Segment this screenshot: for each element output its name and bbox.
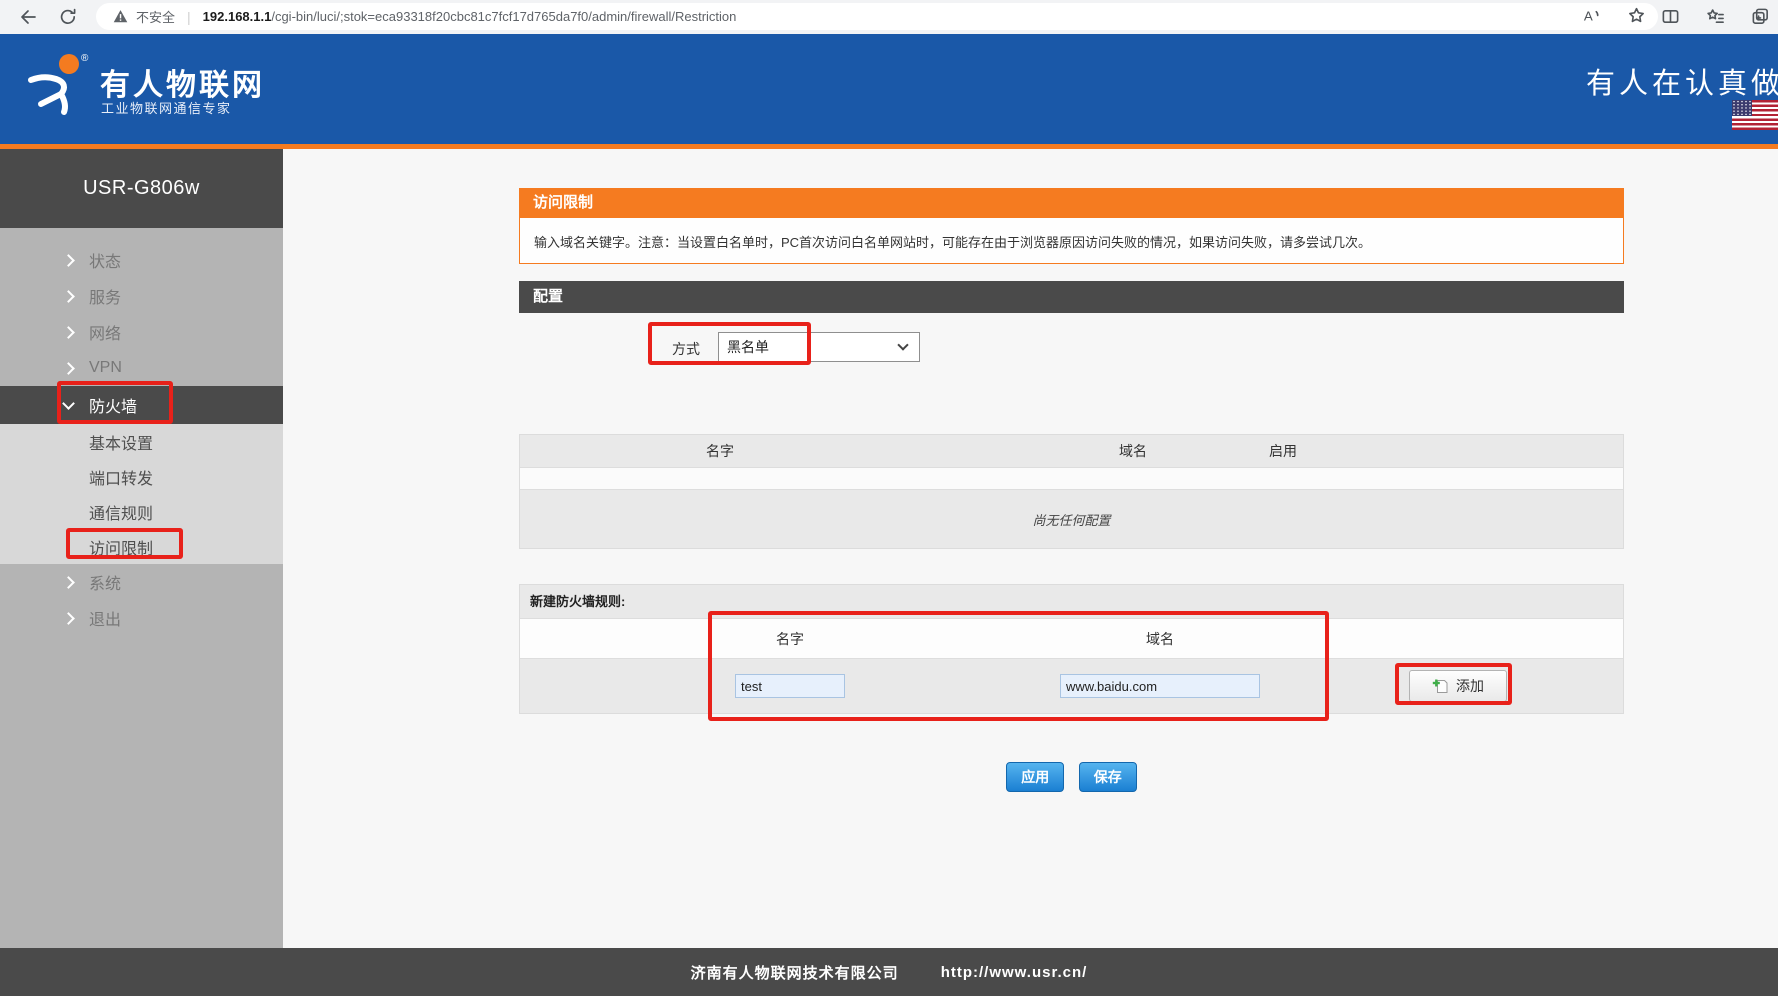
sidebar-item-status[interactable]: 状态 — [0, 242, 283, 278]
sidebar-item-firewall[interactable]: 防火墙 — [0, 386, 283, 424]
submenu-item-port-forwarding[interactable]: 端口转发 — [0, 459, 283, 494]
header-slogan: 有人在认真做 — [1586, 60, 1778, 102]
submenu-item-label: 访问限制 — [89, 535, 153, 559]
submenu-item-traffic-rules[interactable]: 通信规则 — [0, 494, 283, 529]
device-name: USR-G806w — [0, 149, 283, 228]
new-rule-table: 新建防火墙规则: 名字 域名 添加 — [519, 584, 1624, 714]
chevron-down-icon — [62, 397, 75, 410]
sidebar-item-service[interactable]: 服务 — [0, 278, 283, 314]
chevron-right-icon — [62, 254, 75, 267]
sidebar-item-network[interactable]: 网络 — [0, 314, 283, 350]
action-buttons: 应用 保存 — [519, 762, 1624, 792]
favorites-list-icon[interactable] — [1706, 7, 1725, 26]
company-name: 济南有人物联网技术有限公司 — [691, 962, 899, 983]
empty-state: 尚无任何配置 — [520, 490, 1623, 548]
address-separator: | — [187, 9, 191, 25]
sidebar-item-label: 防火墙 — [89, 393, 137, 417]
collections-icon[interactable] — [1751, 7, 1770, 26]
mode-label: 方式 — [672, 339, 700, 359]
address-bar[interactable]: 不安全 | 192.168.1.1/cgi-bin/luci/;stok=eca… — [96, 3, 1658, 30]
column-header-enable: 启用 — [1269, 435, 1297, 467]
refresh-icon[interactable] — [58, 7, 78, 27]
usr-logo: ® — [24, 50, 92, 123]
rules-table: 名字 域名 启用 尚无任何配置 — [519, 434, 1624, 549]
mode-select[interactable]: 黑名单 — [718, 332, 920, 362]
apply-button[interactable]: 应用 — [1006, 762, 1064, 792]
url-path: /cgi-bin/luci/;stok=eca93318f20cbc81c7fc… — [271, 9, 736, 24]
add-button-label: 添加 — [1456, 676, 1484, 696]
sidebar-item-label: 状态 — [89, 248, 121, 272]
save-button[interactable]: 保存 — [1079, 762, 1137, 792]
chevron-right-icon — [62, 612, 75, 625]
brand-tagline: 工业物联网通信专家 — [101, 98, 232, 117]
submenu-item-label: 基本设置 — [89, 430, 153, 454]
chevron-right-icon — [62, 326, 75, 339]
back-icon[interactable] — [18, 7, 38, 27]
flag-canton — [1732, 100, 1752, 116]
new-rule-column-domain: 域名 — [1146, 619, 1174, 659]
chevron-right-icon — [62, 576, 75, 589]
sidebar-item-system[interactable]: 系统 — [0, 564, 283, 600]
rule-domain-input[interactable] — [1060, 674, 1260, 698]
browser-toolbar: 不安全 | 192.168.1.1/cgi-bin/luci/;stok=eca… — [0, 0, 1778, 34]
language-flag-us[interactable] — [1732, 100, 1778, 130]
new-rule-header: 名字 域名 — [520, 619, 1623, 659]
chevron-right-icon — [62, 362, 75, 375]
app-header: ® 有人物联网 工业物联网通信专家 有人在认真做 — [0, 34, 1778, 144]
sidebar-item-label: 网络 — [89, 320, 121, 344]
not-secure-warning-icon[interactable] — [112, 8, 129, 25]
sidebar-item-label: 服务 — [89, 284, 121, 308]
registered-mark: ® — [81, 53, 89, 64]
read-aloud-icon[interactable]: A — [1582, 6, 1601, 25]
rule-name-input[interactable] — [735, 674, 845, 698]
submenu-item-access-restriction[interactable]: 访问限制 — [0, 529, 283, 564]
add-button[interactable]: 添加 — [1409, 670, 1507, 702]
sidebar-item-label: 退出 — [89, 606, 121, 630]
svg-text:A: A — [1584, 8, 1593, 23]
new-rule-row: 添加 — [520, 659, 1623, 713]
rules-table-header: 名字 域名 启用 — [520, 435, 1623, 467]
select-chevron-icon — [897, 339, 908, 350]
sidebar-item-label: 系统 — [89, 570, 121, 594]
new-rule-column-name: 名字 — [776, 619, 804, 659]
chevron-right-icon — [62, 290, 75, 303]
table-row — [520, 467, 1623, 490]
page-description: 输入域名关键字。注意：当设置白名单时，PC首次访问白名单网站时，可能存在由于浏览… — [519, 218, 1624, 264]
security-label[interactable]: 不安全 — [136, 7, 175, 26]
page-title: 访问限制 — [519, 188, 1624, 218]
company-website-link[interactable]: http://www.usr.cn/ — [941, 964, 1088, 981]
favorite-star-icon[interactable] — [1627, 6, 1646, 25]
page-footer: 济南有人物联网技术有限公司 http://www.usr.cn/ — [0, 948, 1778, 996]
screenshot-root: 不安全 | 192.168.1.1/cgi-bin/luci/;stok=eca… — [0, 0, 1778, 996]
sidebar-item-label: VPN — [89, 359, 122, 377]
add-page-icon — [1432, 678, 1449, 695]
sidebar-item-vpn[interactable]: VPN — [0, 350, 283, 386]
mode-select-value: 黑名单 — [727, 339, 769, 355]
config-section-title: 配置 — [519, 281, 1624, 313]
submenu-item-label: 端口转发 — [89, 465, 153, 489]
submenu-item-label: 通信规则 — [89, 500, 153, 524]
new-rule-title: 新建防火墙规则: — [520, 585, 1623, 619]
sidebar-item-logout[interactable]: 退出 — [0, 600, 283, 636]
column-header-name: 名字 — [706, 435, 734, 467]
url-host: 192.168.1.1 — [203, 9, 272, 24]
submenu-item-basic-settings[interactable]: 基本设置 — [0, 424, 283, 459]
split-screen-icon[interactable] — [1661, 7, 1680, 26]
sidebar: USR-G806w 状态 服务 网络 VPN 防火墙 基本设置 端口转发 通信规… — [0, 149, 283, 948]
column-header-domain: 域名 — [1119, 435, 1147, 467]
main-content: 访问限制 输入域名关键字。注意：当设置白名单时，PC首次访问白名单网站时，可能存… — [283, 149, 1778, 948]
